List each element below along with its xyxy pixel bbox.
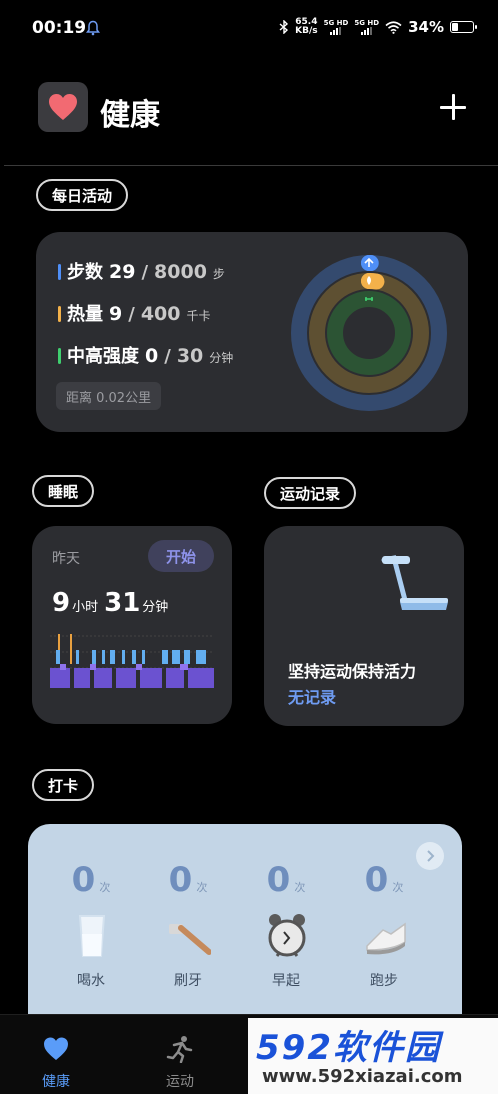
- sleep-stage-chart: [50, 634, 214, 688]
- metric-steps: 步数 29 / 8000 步: [58, 258, 225, 284]
- header-divider: [4, 165, 498, 166]
- metric-label: 热量: [67, 304, 103, 325]
- watermark-url: www.592xiazai.com: [262, 1066, 463, 1087]
- metric-value: 9: [109, 303, 123, 325]
- signal-icon-2: 5G HD: [354, 19, 379, 35]
- tab-label: 健康: [42, 1074, 70, 1090]
- checkin-count-value: 0: [364, 860, 389, 900]
- metric-goal: 8000: [154, 261, 207, 283]
- section-label-daily-activity[interactable]: 每日活动: [36, 179, 129, 211]
- treadmill-icon: [381, 555, 448, 610]
- activity-rings: [291, 255, 447, 411]
- sleep-day: 昨天: [52, 551, 80, 567]
- tab-exercise[interactable]: 运动: [140, 1015, 220, 1094]
- sleep-start-button[interactable]: 开始: [148, 540, 214, 572]
- checkin-name: 刷牙: [174, 973, 202, 989]
- intensity-ring-track: [327, 291, 411, 375]
- metric-intensity: 中高强度 0 / 30 分钟: [58, 342, 233, 368]
- metric-separator: /: [128, 304, 135, 325]
- intensity-color-bar: [58, 348, 61, 364]
- checkin-name: 早起: [272, 973, 300, 989]
- running-shoe-icon: [366, 922, 406, 955]
- checkin-item-water[interactable]: 0次 喝水: [46, 860, 136, 1000]
- checkin-name: 跑步: [370, 973, 398, 989]
- metric-separator: /: [164, 346, 171, 367]
- exercise-title: 坚持运动保持活力: [288, 662, 417, 681]
- metric-goal: 400: [140, 303, 181, 325]
- checkin-count: 0次: [339, 860, 429, 900]
- app-header: 健康: [0, 78, 498, 138]
- metric-label: 步数: [67, 262, 103, 283]
- site-watermark: 592软件园 www.592xiazai.com: [248, 1018, 498, 1094]
- awake-segments: [58, 634, 72, 664]
- metric-unit: 分钟: [209, 351, 234, 365]
- metric-value: 0: [145, 345, 159, 367]
- metric-unit: 千卡: [186, 309, 211, 323]
- checkin-count: 0次: [143, 860, 233, 900]
- tab-label: 运动: [166, 1074, 194, 1090]
- checkin-count-value: 0: [71, 860, 96, 900]
- checkin-item-toothbrush[interactable]: 0次 刷牙: [143, 860, 233, 1000]
- metric-goal: 30: [176, 345, 204, 367]
- exercise-status: 无记录: [288, 688, 337, 707]
- sim1-label: 5G HD: [323, 19, 349, 27]
- distance-chip: 距离 0.02公里: [56, 382, 162, 410]
- checkin-count-value: 0: [266, 860, 291, 900]
- bluetooth-icon: [279, 20, 289, 34]
- heart-logo-icon: [38, 82, 88, 132]
- metric-separator: /: [141, 262, 149, 283]
- toothbrush-icon: [169, 924, 211, 955]
- network-speed: 65.4 KB/s: [295, 18, 317, 36]
- checkin-count: 0次: [46, 860, 136, 900]
- battery-icon: [450, 21, 477, 33]
- checkin-count-unit: 次: [392, 881, 404, 894]
- alarm-clock-icon: [268, 914, 306, 957]
- checkin-card[interactable]: 0次 喝水 0次 刷牙 0次 早起 0次 跑步: [28, 824, 462, 1020]
- water-cup-icon: [78, 915, 106, 957]
- checkin-count-unit: 次: [99, 881, 111, 894]
- watermark-title: 592软件园: [256, 1028, 441, 1068]
- metric-unit: 步: [212, 267, 225, 281]
- sim2-label: 5G HD: [354, 19, 380, 27]
- wifi-icon: [385, 20, 402, 34]
- tab-health[interactable]: 健康: [16, 1015, 96, 1094]
- section-label-sleep[interactable]: 睡眠: [32, 475, 95, 507]
- runner-tab-icon: [166, 1036, 193, 1063]
- battery-percent: 34%: [408, 18, 444, 36]
- checkin-count-unit: 次: [294, 881, 306, 894]
- sleep-hours-unit: 小时: [72, 600, 99, 615]
- sleep-minutes: 31: [104, 588, 141, 618]
- sleep-hours: 9: [52, 588, 71, 618]
- sleep-duration: 9 小时 31 分钟: [52, 588, 174, 618]
- status-time: 00:19: [32, 18, 87, 38]
- plus-icon[interactable]: [436, 90, 470, 124]
- status-bar: 00:19 65.4 KB/s 5G HD 5G HD 34%: [0, 0, 498, 58]
- sleep-minutes-unit: 分钟: [142, 600, 169, 615]
- daily-activity-card[interactable]: 步数 29 / 8000 步 热量 9 / 400 千卡 中高强度 0 / 30…: [36, 232, 468, 432]
- metric-value: 29: [109, 261, 136, 283]
- section-label-exercise[interactable]: 运动记录: [264, 477, 357, 509]
- calories-color-bar: [58, 306, 61, 322]
- checkin-item-wake-early[interactable]: 0次 早起: [241, 860, 331, 1000]
- checkin-count-value: 0: [168, 860, 193, 900]
- page-title: 健康: [100, 98, 160, 133]
- checkin-name: 喝水: [77, 973, 105, 989]
- checkin-count-unit: 次: [196, 881, 208, 894]
- network-speed-unit: KB/s: [295, 26, 318, 36]
- deep-segments: [50, 668, 214, 688]
- exercise-record-card[interactable]: 坚持运动保持活力 无记录: [264, 526, 464, 726]
- metric-label: 中高强度: [67, 346, 139, 367]
- heart-tab-icon: [44, 1037, 68, 1060]
- status-icons: 65.4 KB/s 5G HD 5G HD 34%: [279, 18, 477, 36]
- signal-icon: 5G HD: [323, 19, 349, 35]
- notification-bell-icon: [86, 20, 100, 36]
- steps-color-bar: [58, 264, 61, 280]
- checkin-item-running[interactable]: 0次 跑步: [339, 860, 429, 1000]
- checkin-count: 0次: [241, 860, 331, 900]
- metric-calories: 热量 9 / 400 千卡: [58, 300, 211, 326]
- sleep-card[interactable]: 昨天 开始 9 小时 31 分钟: [32, 526, 232, 724]
- section-label-checkin[interactable]: 打卡: [32, 769, 95, 801]
